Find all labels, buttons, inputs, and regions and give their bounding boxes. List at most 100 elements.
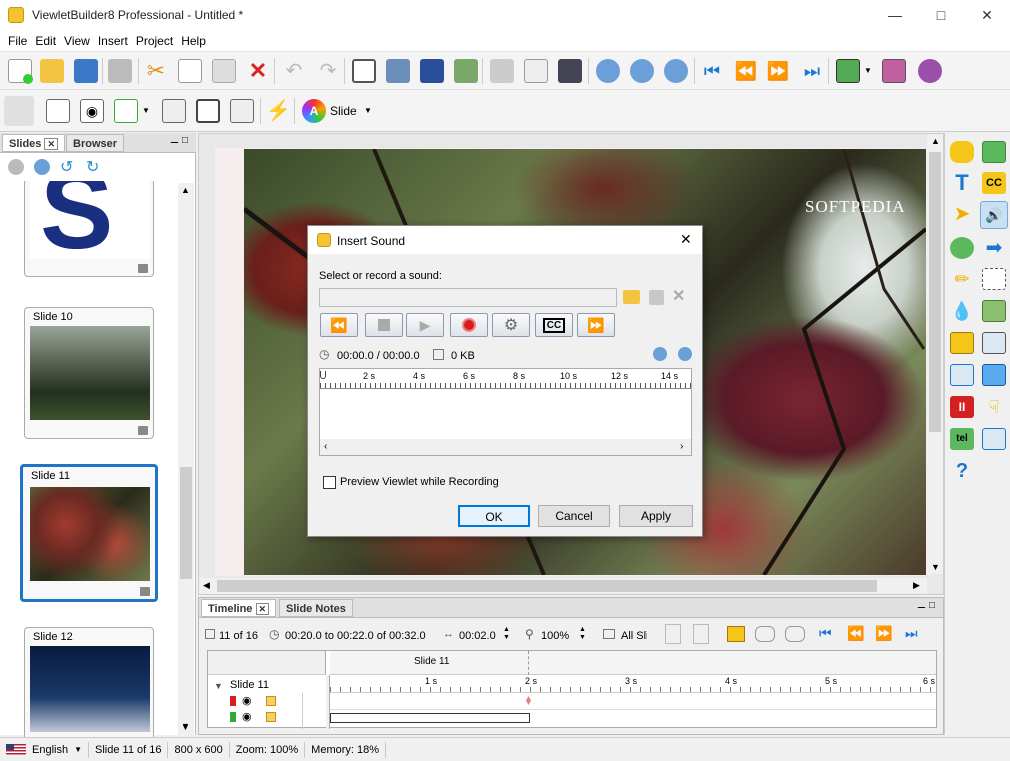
- ok-button[interactable]: OK: [458, 505, 530, 527]
- copy-icon[interactable]: [178, 59, 202, 83]
- binoculars-icon[interactable]: [558, 59, 582, 83]
- timeline-object-icon[interactable]: [727, 626, 745, 642]
- save-icon[interactable]: [74, 59, 98, 83]
- close-button[interactable]: ✕: [964, 0, 1010, 30]
- pause-icon[interactable]: II: [950, 396, 974, 418]
- align-bottom-icon[interactable]: [693, 624, 709, 644]
- scroll-left-icon[interactable]: ◀: [203, 580, 210, 591]
- visibility-eye-icon[interactable]: ◉: [242, 710, 252, 723]
- zoom-in-icon[interactable]: [596, 59, 620, 83]
- closed-caption-button[interactable]: CC: [535, 313, 573, 337]
- slide-thumbnail[interactable]: S: [24, 181, 154, 277]
- frame-icon[interactable]: [982, 332, 1006, 354]
- stop-button[interactable]: [365, 313, 403, 337]
- close-tab-icon[interactable]: ✕: [44, 138, 59, 150]
- publish-icon[interactable]: [882, 59, 906, 83]
- rotate-right-icon[interactable]: ↻: [86, 157, 99, 177]
- text-icon[interactable]: T: [950, 172, 974, 194]
- play-button[interactable]: ▶: [406, 313, 444, 337]
- tab-slide-notes[interactable]: Slide Notes: [279, 599, 353, 617]
- delete-icon[interactable]: ✕: [246, 59, 270, 83]
- editor-vertical-scrollbar[interactable]: ▲ ▼: [927, 134, 943, 574]
- duration-stepper[interactable]: ▲ ▼: [503, 626, 510, 642]
- fast-forward-button[interactable]: ⏩: [577, 313, 615, 337]
- unlink-icon[interactable]: [785, 626, 805, 642]
- menu-project[interactable]: Project: [132, 34, 177, 48]
- hand-icon[interactable]: ☟: [982, 396, 1006, 418]
- preview-dropdown-icon[interactable]: ▼: [864, 66, 872, 75]
- next-slide-icon[interactable]: ⏩: [875, 625, 892, 642]
- pointer-icon[interactable]: ➤: [950, 203, 974, 225]
- tab-slides[interactable]: Slides ✕: [2, 134, 66, 152]
- drop-icon[interactable]: 💧: [950, 300, 974, 322]
- zoom-fit-icon[interactable]: [664, 59, 688, 83]
- scroll-thumb[interactable]: [217, 580, 877, 592]
- first-slide-icon[interactable]: ⏮: [700, 59, 724, 83]
- properties-icon[interactable]: [524, 59, 548, 83]
- undo-icon[interactable]: ↶: [282, 59, 306, 83]
- last-slide-icon[interactable]: ⏭: [905, 625, 918, 642]
- lock-icon[interactable]: [266, 696, 276, 706]
- menu-insert[interactable]: Insert: [94, 34, 132, 48]
- scroll-thumb[interactable]: [929, 152, 941, 432]
- preview-icon[interactable]: [836, 59, 860, 83]
- waveform-scrollbar[interactable]: ‹ ›: [320, 439, 691, 455]
- slide-thumbnail[interactable]: Slide 12: [24, 627, 154, 737]
- all-slides-toggle[interactable]: All Sli: [621, 630, 647, 642]
- image-icon[interactable]: [982, 141, 1006, 163]
- language-selector[interactable]: English ▼: [0, 741, 89, 758]
- import-image-icon[interactable]: [454, 59, 478, 83]
- transition-icon[interactable]: [114, 99, 138, 123]
- keyframe-marker[interactable]: [526, 696, 531, 705]
- zoom-out-icon[interactable]: [630, 59, 654, 83]
- cc-icon[interactable]: CC: [982, 172, 1006, 194]
- pencil-icon[interactable]: ✏: [950, 268, 974, 290]
- zoom-thumb-in-icon[interactable]: [34, 159, 50, 175]
- link-icon[interactable]: [755, 626, 775, 642]
- help-icon[interactable]: ?: [950, 460, 974, 482]
- shape-icon[interactable]: [950, 237, 974, 259]
- settings-icon[interactable]: [918, 59, 942, 83]
- zoom-stepper[interactable]: ▲ ▼: [579, 626, 586, 642]
- maximize-button[interactable]: □: [918, 0, 964, 30]
- theme-icon[interactable]: A: [302, 99, 326, 123]
- apply-button[interactable]: Apply: [619, 505, 693, 527]
- panel-minimize-icon[interactable]: ⚊: [917, 600, 926, 611]
- capture-icon[interactable]: [386, 59, 410, 83]
- language-dropdown-icon[interactable]: ▼: [74, 742, 82, 758]
- slide-thumbnail[interactable]: Slide 10: [24, 307, 154, 439]
- scroll-down-icon[interactable]: ▼: [931, 562, 940, 572]
- scroll-up-icon[interactable]: ▲: [181, 185, 190, 195]
- slide-frame-icon[interactable]: [196, 99, 220, 123]
- cancel-button[interactable]: Cancel: [538, 505, 610, 527]
- next-slide-icon[interactable]: ⏩: [766, 59, 790, 83]
- redo-icon[interactable]: ↷: [316, 59, 340, 83]
- minimize-button[interactable]: —: [872, 0, 918, 30]
- first-slide-icon[interactable]: ⏮: [819, 625, 832, 642]
- scroll-up-icon[interactable]: ▲: [931, 136, 940, 146]
- scroll-left-icon[interactable]: ‹: [324, 441, 327, 452]
- last-slide-icon[interactable]: ⏭: [800, 59, 824, 83]
- film-icon[interactable]: [950, 332, 974, 354]
- save-sound-icon[interactable]: [649, 290, 664, 305]
- menu-edit[interactable]: Edit: [31, 34, 60, 48]
- lock-icon[interactable]: [266, 712, 276, 722]
- menu-view[interactable]: View: [60, 34, 94, 48]
- zoom-out-icon[interactable]: [678, 347, 692, 361]
- tel-icon[interactable]: tel: [950, 428, 974, 450]
- record-screen-icon[interactable]: [420, 59, 444, 83]
- tab-browser[interactable]: Browser: [66, 134, 125, 152]
- rotate-left-icon[interactable]: ↺: [60, 157, 73, 177]
- preview-checkbox[interactable]: [323, 476, 336, 489]
- brush-icon[interactable]: [490, 59, 514, 83]
- zoom-in-icon[interactable]: [653, 347, 667, 361]
- zoom-value[interactable]: 100%: [541, 630, 569, 642]
- waveform-area[interactable]: 2 s 4 s 6 s 8 s 10 s 12 s 14 s ‹ ›: [319, 368, 692, 456]
- tab-timeline[interactable]: Timeline ✕: [201, 599, 277, 617]
- scroll-right-icon[interactable]: ▶: [913, 580, 920, 591]
- transition-dropdown-icon[interactable]: ▼: [142, 106, 150, 115]
- scroll-down-icon[interactable]: ▼: [181, 722, 190, 732]
- callout-icon[interactable]: [950, 141, 974, 163]
- new-file-icon[interactable]: [8, 59, 33, 84]
- panel-maximize-icon[interactable]: □: [182, 135, 188, 146]
